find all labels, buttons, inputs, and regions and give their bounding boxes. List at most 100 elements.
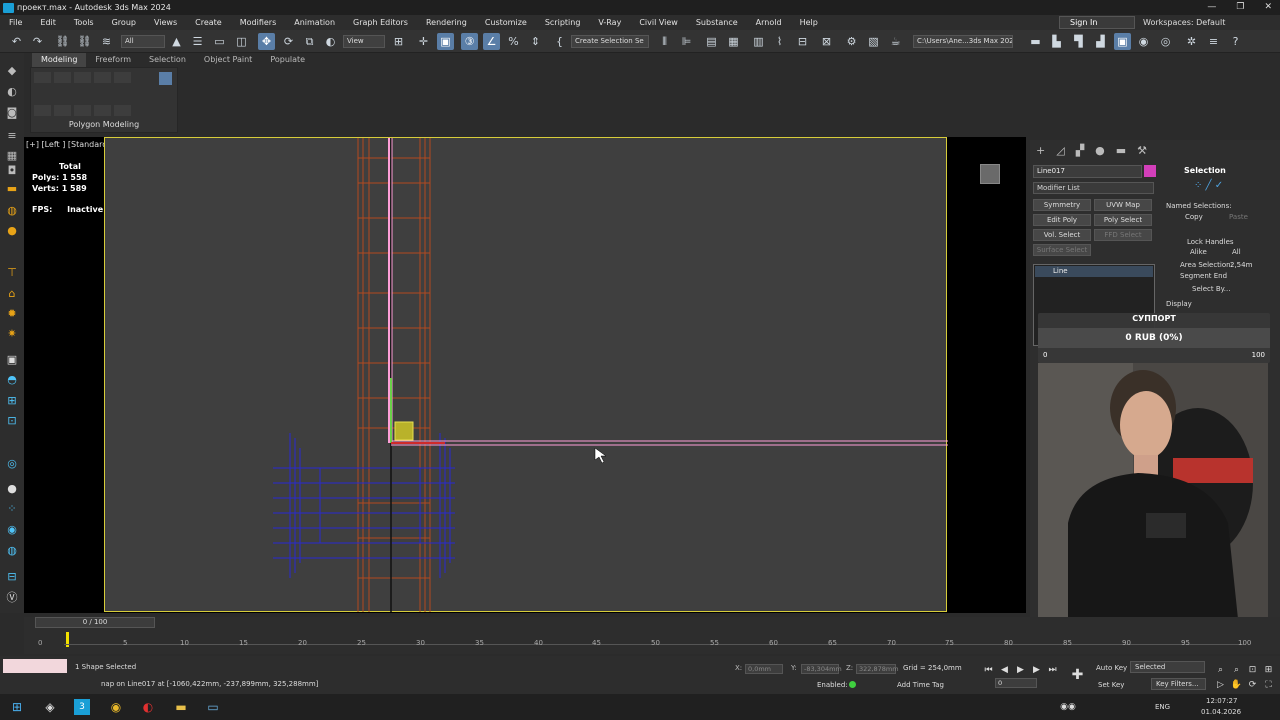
- undo-icon[interactable]: ↶: [8, 33, 25, 50]
- time-slider[interactable]: 0 / 100: [35, 617, 155, 628]
- close-button[interactable]: ✕: [1264, 0, 1272, 15]
- display-tab-icon[interactable]: ▬: [1116, 144, 1126, 157]
- play-icon[interactable]: ▶: [1012, 661, 1029, 678]
- y-coordinate-field[interactable]: -83,304mm: [801, 664, 842, 674]
- vray-v-icon[interactable]: Ⓥ: [4, 590, 20, 604]
- material-editor-icon[interactable]: ⊠: [818, 33, 835, 50]
- project-folder-icon[interactable]: ▬: [1027, 33, 1044, 50]
- goto-end-icon[interactable]: ⏭: [1044, 661, 1061, 678]
- sound-icon[interactable]: ◍: [4, 543, 20, 557]
- keyboard-shortcut-icon[interactable]: ▣: [437, 33, 454, 50]
- modify-tab-icon[interactable]: ◿: [1056, 144, 1064, 157]
- goto-start-icon[interactable]: ⏮: [980, 661, 997, 678]
- ribbon-tool[interactable]: [74, 105, 91, 116]
- obs-icon[interactable]: ◐: [140, 699, 156, 715]
- move-icon[interactable]: ✥: [258, 33, 275, 50]
- align-icon[interactable]: ⊫: [678, 33, 695, 50]
- selection-filter-dropdown[interactable]: All: [121, 35, 165, 48]
- sun-icon[interactable]: ✹: [4, 306, 20, 320]
- maximize-viewport-icon[interactable]: ⛶: [1260, 676, 1277, 693]
- uvw-map-button[interactable]: UVW Map: [1094, 199, 1152, 211]
- object-name-field[interactable]: Line017: [1033, 165, 1142, 178]
- workspaces-dropdown[interactable]: Workspaces: Default: [1143, 15, 1225, 30]
- ribbon-tool[interactable]: [54, 105, 71, 116]
- selection-rollout-title[interactable]: Selection: [1184, 166, 1226, 175]
- restore-button[interactable]: ❐: [1236, 0, 1244, 15]
- select-by-name-icon[interactable]: ☰: [189, 33, 206, 50]
- project-path-dropdown[interactable]: C:\Users\Ane...3ds Max 2024: [913, 35, 1013, 48]
- scale-icon[interactable]: ⧉: [301, 33, 318, 50]
- next-frame-icon[interactable]: ▶: [1028, 661, 1045, 678]
- select-object-icon[interactable]: ▲: [168, 33, 185, 50]
- rendered-frame-icon[interactable]: ▧: [865, 33, 882, 50]
- gizmo-plane-handle[interactable]: [394, 421, 414, 441]
- paste-button[interactable]: Paste: [1229, 213, 1248, 221]
- place-icon[interactable]: ◐: [322, 33, 339, 50]
- selected-set-dropdown[interactable]: Selected: [1130, 661, 1205, 673]
- key-filters-button[interactable]: Key Filters...: [1151, 678, 1206, 690]
- hammer-icon[interactable]: ⊤: [4, 265, 20, 279]
- camera-icon[interactable]: ◙: [4, 105, 20, 119]
- modify-icon[interactable]: ◐: [4, 84, 20, 98]
- arnold-icon[interactable]: ◉: [1135, 33, 1152, 50]
- sign-in-button[interactable]: Sign In: [1059, 16, 1135, 29]
- z-coordinate-field[interactable]: 322,878mm: [856, 664, 899, 674]
- segment-end-checkbox[interactable]: Segment End: [1180, 272, 1227, 280]
- workspace-layout-icon[interactable]: ▣: [1114, 33, 1131, 50]
- angle-snap-icon[interactable]: ∠: [483, 33, 500, 50]
- poly-select-button[interactable]: Poly Select: [1094, 214, 1152, 226]
- pivot-center-icon[interactable]: ⊞: [390, 33, 407, 50]
- ribbon-tool[interactable]: [34, 72, 51, 83]
- windows-start-icon[interactable]: ⊞: [9, 699, 25, 715]
- copy-button[interactable]: Copy: [1185, 213, 1203, 221]
- mirror-icon[interactable]: ⫴: [656, 33, 673, 50]
- render-icon[interactable]: ◎: [1157, 33, 1174, 50]
- motion-tab-icon[interactable]: ●: [1095, 144, 1105, 157]
- menu-group[interactable]: Group: [103, 15, 145, 30]
- scatter-icon[interactable]: ⁘: [4, 501, 20, 515]
- timeline[interactable]: 0 / 100 0 5 10 15 20 25 30 35 40 45 50 5…: [24, 617, 1280, 654]
- menu-customize[interactable]: Customize: [476, 15, 536, 30]
- layers-icon[interactable]: ⊟: [4, 569, 20, 583]
- menu-graph-editors[interactable]: Graph Editors: [344, 15, 417, 30]
- motion-icon[interactable]: ▜: [1070, 33, 1087, 50]
- shape-icon[interactable]: ●: [4, 223, 20, 237]
- menu-views[interactable]: Views: [145, 15, 186, 30]
- object-icon[interactable]: ▦: [4, 148, 20, 162]
- menu-create[interactable]: Create: [186, 15, 231, 30]
- tab-object-paint[interactable]: Object Paint: [195, 53, 261, 67]
- tab-modeling[interactable]: Modeling: [32, 53, 87, 67]
- all-radio[interactable]: All: [1232, 248, 1241, 256]
- alike-radio[interactable]: Alike: [1190, 248, 1207, 256]
- menu-help[interactable]: Help: [791, 15, 827, 30]
- object-color-swatch[interactable]: [1144, 165, 1156, 177]
- scene-explorer-icon[interactable]: ▤: [703, 33, 720, 50]
- widgets-icon[interactable]: ◈: [42, 699, 58, 715]
- menu-modifiers[interactable]: Modifiers: [231, 15, 286, 30]
- box-icon[interactable]: ▣: [4, 352, 20, 366]
- render-setup-icon[interactable]: ⚙: [843, 33, 860, 50]
- vertex-mode-icon[interactable]: ⁘ ╱ ✓: [1194, 180, 1223, 191]
- prev-frame-icon[interactable]: ◀: [996, 661, 1013, 678]
- helper-icon[interactable]: ◍: [4, 203, 20, 217]
- link-icon[interactable]: ⛓: [54, 33, 71, 50]
- help-icon[interactable]: ?: [1227, 33, 1244, 50]
- sky-icon[interactable]: ✷: [4, 326, 20, 340]
- auto-key-button[interactable]: Auto Key: [1096, 664, 1127, 672]
- fur-icon[interactable]: ⊞: [4, 393, 20, 407]
- named-selection-dropdown[interactable]: Create Selection Se: [571, 35, 649, 48]
- add-time-tag-button[interactable]: Add Time Tag: [897, 681, 944, 689]
- layer-explorer-icon[interactable]: ▦: [725, 33, 742, 50]
- ref-coord-dropdown[interactable]: View: [343, 35, 385, 48]
- window-crossing-icon[interactable]: ◫: [233, 33, 250, 50]
- menu-vray[interactable]: V-Ray: [589, 15, 630, 30]
- 3dsmax-taskbar-icon[interactable]: 3: [74, 699, 90, 715]
- list-icon[interactable]: ≡: [4, 128, 20, 142]
- ribbon-tool[interactable]: [94, 105, 111, 116]
- unlink-icon[interactable]: ⛓: [76, 33, 93, 50]
- ribbon-tool[interactable]: [34, 105, 51, 116]
- set-key-button[interactable]: Set Key: [1098, 681, 1124, 689]
- stack-item-line[interactable]: Line: [1035, 266, 1153, 277]
- proxy-icon[interactable]: ⊡: [4, 413, 20, 427]
- render-env-icon[interactable]: ⌂: [4, 286, 20, 300]
